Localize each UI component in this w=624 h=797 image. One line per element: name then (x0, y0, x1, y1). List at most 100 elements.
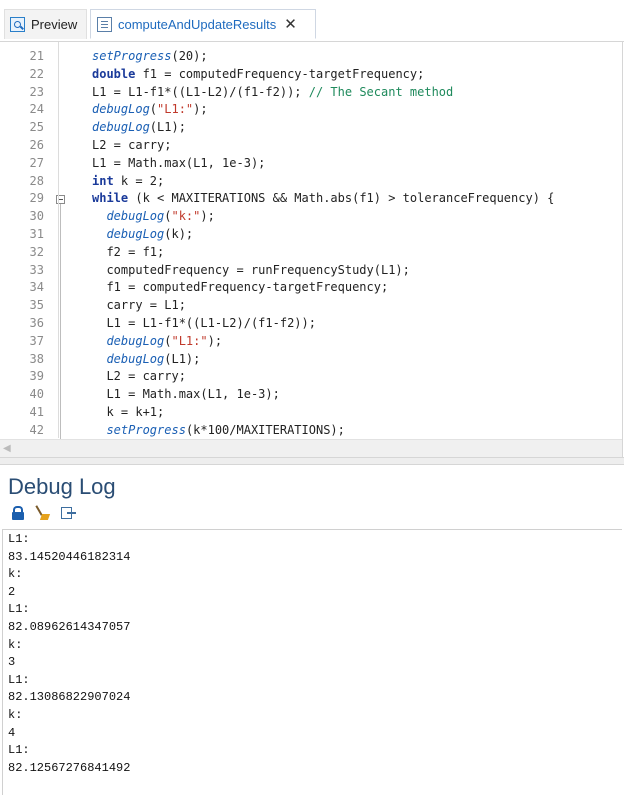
code-line[interactable]: debugLog("L1:"); (92, 101, 208, 119)
line-number: 35 (29, 298, 44, 313)
log-line: 82.13086822907024 (8, 690, 131, 705)
line-number: 40 (29, 387, 44, 402)
code-token: ); (200, 209, 215, 224)
method-file-icon (97, 16, 112, 32)
code-line[interactable]: k = k+1; (92, 404, 164, 422)
code-token: L1 = Math.max(L1, 1e-3); (92, 387, 280, 402)
log-line: 2 (8, 584, 16, 599)
code-token: ); (207, 333, 223, 348)
code-line[interactable]: double f1 = computedFrequency-targetFreq… (92, 66, 424, 84)
code-token: (k*100/MAXITERATIONS); (185, 422, 345, 437)
code-token: L1 = L1-f1*((L1-L2)/(f1-f2)); (92, 316, 316, 330)
line-number: 38 (29, 351, 44, 366)
code-editor[interactable]: 21 22 23 24 25 26 27 28 29 30 31 32 33 34 35 36 37 38 39 40… (0, 42, 623, 457)
tab-compute-and-update-results[interactable]: computeAndUpdateResults ✕ (90, 9, 316, 39)
export-icon[interactable] (60, 505, 76, 521)
code-line[interactable]: L1 = Math.max(L1, 1e-3); (92, 155, 265, 173)
line-number: 25 (29, 120, 44, 135)
code-token: debugLog (92, 102, 150, 117)
code-token: debugLog (106, 333, 165, 348)
line-number: 24 (29, 102, 44, 117)
debug-log-toolbar (10, 505, 76, 523)
broom-icon[interactable] (35, 505, 51, 521)
log-line: 82.12567276841492 (8, 760, 131, 775)
line-number: 30 (29, 209, 44, 224)
debug-log-output[interactable]: L1: 83.14520446182314 k: 2 L1: 82.08962614347… (2, 529, 622, 795)
code-area[interactable]: setProgress(20); double f1 = computedFreq… (58, 42, 621, 438)
debug-log-title: Debug Log (8, 474, 116, 499)
panel-splitter[interactable] (0, 457, 624, 465)
log-line: L1: (8, 672, 30, 687)
code-token: k = k+1; (92, 405, 165, 419)
code-line[interactable]: L1 = Math.max(L1, 1e-3); (92, 386, 280, 404)
code-line[interactable]: computedFrequency = runFrequencyStudy(L1… (92, 262, 410, 280)
code-token: // The Secant method (308, 84, 454, 99)
line-number: 23 (29, 84, 44, 99)
tab-active-label: computeAndUpdateResults (118, 16, 277, 32)
code-token: L1 = L1-f1*((L1-L2)/(f1-f2)); (92, 84, 309, 99)
log-line: k: (8, 637, 23, 652)
code-token: while (92, 191, 129, 206)
log-line: 3 (8, 655, 16, 670)
code-line[interactable]: setProgress(k*100/MAXITERATIONS); (92, 422, 345, 440)
code-token: computedFrequency = runFrequencyStudy(L1… (92, 262, 410, 277)
code-line[interactable]: carry = L1; (92, 297, 186, 315)
line-number: 29 (29, 191, 44, 206)
code-line[interactable]: debugLog(L1); (92, 351, 200, 369)
code-line[interactable]: debugLog(k); (92, 226, 193, 244)
code-token: carry = L1; (92, 298, 186, 313)
code-line[interactable]: f2 = f1; (92, 244, 164, 262)
tab-preview[interactable]: Preview (4, 9, 87, 39)
code-token: L2 = carry; (92, 138, 172, 152)
tab-preview-label: Preview (31, 17, 78, 32)
code-line[interactable]: f1 = computedFrequency-targetFrequency; (92, 279, 388, 297)
code-line[interactable]: L2 = carry; (92, 137, 171, 155)
code-line[interactable]: L1 = L1-f1*((L1-L2)/(f1-f2)); // The Sec… (92, 84, 453, 102)
code-line[interactable]: debugLog("k:"); (92, 208, 215, 226)
code-token: debugLog (106, 209, 165, 224)
code-token: (20); (171, 49, 208, 63)
code-token: setProgress (92, 49, 172, 63)
code-token: ); (193, 102, 208, 117)
line-number: 22 (29, 66, 44, 81)
code-line[interactable]: while (k < MAXITERATIONS && Math.abs(f1)… (92, 190, 554, 208)
code-token: f1 = computedFrequency-targetFrequency; (92, 280, 389, 295)
line-number: 34 (29, 280, 44, 295)
preview-icon (10, 17, 25, 32)
code-line[interactable]: L1 = L1-f1*((L1-L2)/(f1-f2)); (92, 315, 316, 333)
log-line: k: (8, 567, 23, 582)
log-line: 83.14520446182314 (8, 549, 131, 564)
code-token: "L1:" (171, 333, 208, 348)
code-token: (L1); (149, 120, 186, 135)
tab-bar: Preview computeAndUpdateResults ✕ (0, 0, 624, 42)
line-number: 37 (29, 333, 44, 348)
line-number: 33 (29, 262, 44, 277)
line-number-gutter: 21 22 23 24 25 26 27 28 29 30 31 32 33 34 35 36 37 38 39 40… (0, 42, 65, 440)
log-line: L1: (8, 532, 30, 546)
code-line[interactable]: int k = 2; (92, 173, 164, 191)
line-number: 21 (29, 49, 44, 63)
code-token: L1 = Math.max(L1, 1e-3); (92, 155, 266, 170)
scroll-left-icon[interactable]: ◀ (3, 443, 11, 454)
code-line[interactable]: L2 = carry; (92, 368, 186, 386)
line-number: 36 (29, 316, 44, 330)
line-number: 32 (29, 244, 44, 259)
code-token: double (92, 66, 136, 81)
code-token: (k); (164, 227, 194, 241)
code-token: L2 = carry; (92, 369, 186, 384)
log-line: 82.08962614347057 (8, 620, 131, 634)
log-line: 4 (8, 725, 16, 740)
lock-icon[interactable] (10, 505, 26, 521)
code-line[interactable]: debugLog(L1); (92, 119, 186, 137)
code-token: (k < MAXITERATIONS && Math.abs(f1) > tol… (128, 191, 555, 206)
code-token: debugLog (106, 227, 165, 241)
code-token: f1 = computedFrequency-targetFrequency; (135, 66, 425, 81)
code-line[interactable]: debugLog("L1:"); (92, 333, 222, 351)
code-token: "L1:" (157, 102, 194, 117)
code-line[interactable]: setProgress(20); (92, 48, 208, 66)
close-tab-icon[interactable]: ✕ (284, 17, 297, 32)
horizontal-scrollbar[interactable]: ◀ (0, 439, 622, 457)
